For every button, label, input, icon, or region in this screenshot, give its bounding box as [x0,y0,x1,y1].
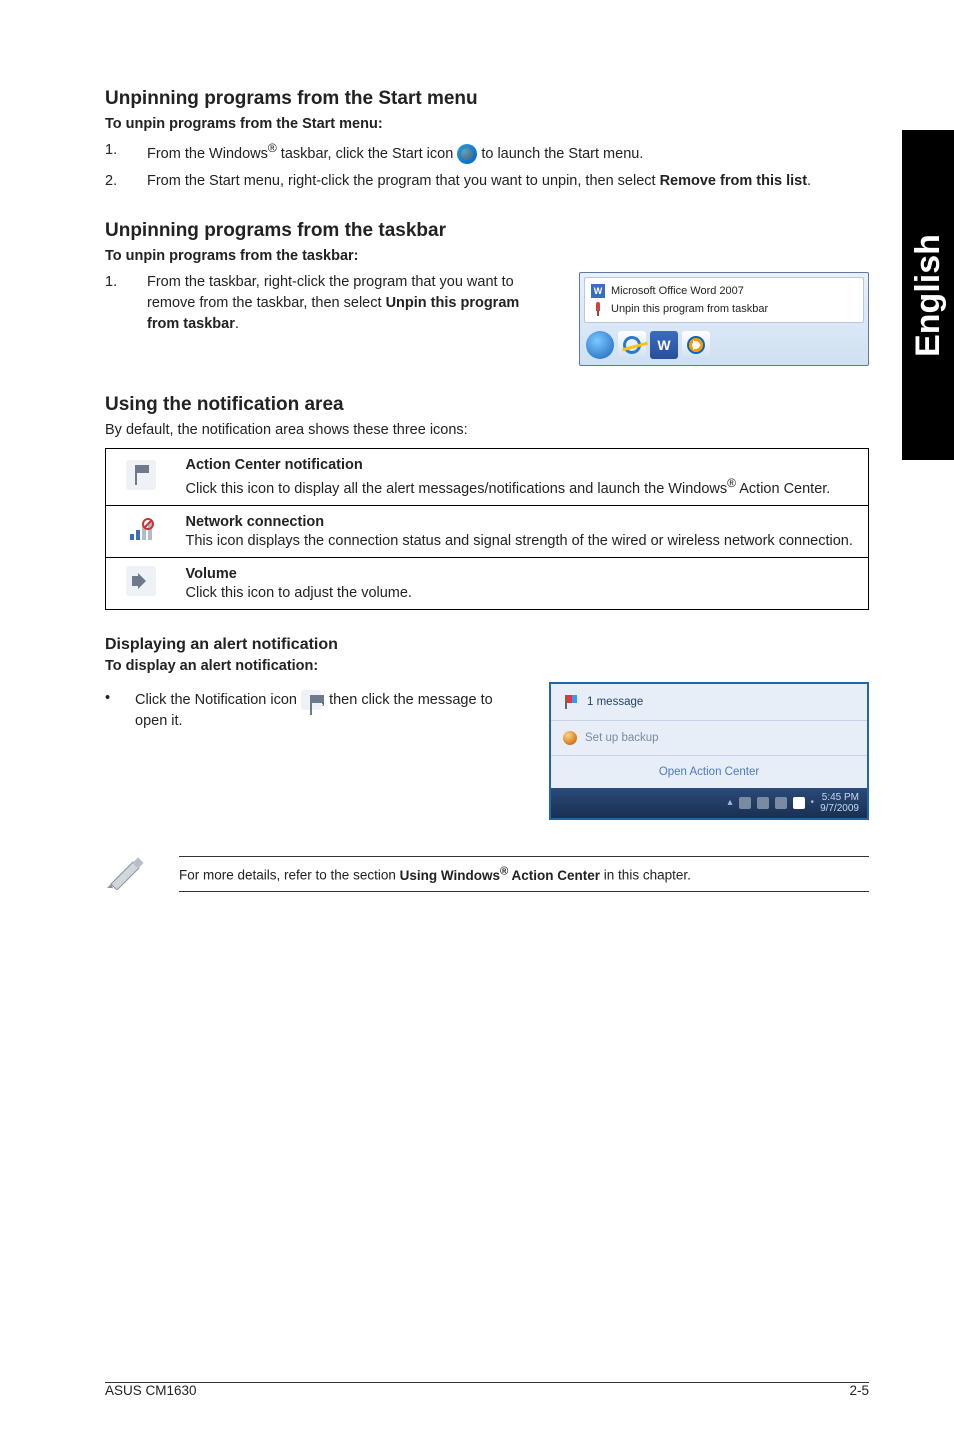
alert-message-row[interactable]: 1 message [551,684,867,721]
text: This icon displays the connection status… [186,533,853,549]
alert-backup-row[interactable]: Set up backup [551,721,867,756]
icon-cell [106,448,176,505]
section-sub-unpin-start: To unpin programs from the Start menu: [105,116,869,132]
tray-icon[interactable] [739,797,751,809]
text: taskbar, click the Start icon [277,146,458,162]
reg-mark: ® [727,476,736,490]
section-title-notification: Using the notification area [105,394,869,416]
table-cell: Network connection This icon displays th… [176,505,869,557]
menu-label: Unpin this program from taskbar [611,303,768,315]
section-title-unpin-taskbar: Unpinning programs from the taskbar [105,220,869,242]
clock[interactable]: 5:45 PM 9/7/2009 [820,792,859,814]
action-center-icon [126,460,156,490]
row-title: Network connection [186,514,859,530]
icon-cell [106,505,176,557]
start-orb-icon[interactable] [586,331,614,359]
text: . [235,316,239,332]
start-orb-icon [457,144,477,164]
text: For more details, refer to the section [179,868,400,883]
language-tab-label: English [909,234,948,357]
taskbar-bar: W [584,329,864,361]
note-pen-icon [105,856,153,893]
backup-icon [563,731,577,745]
tray-caret-icon[interactable]: ▴ [728,797,733,808]
ie-icon[interactable] [618,331,646,359]
reg-mark: ® [268,141,277,155]
pin-icon [591,302,605,316]
section-intro: By default, the notification area shows … [105,422,869,438]
network-icon [126,514,156,544]
text: in this chapter. [600,868,691,883]
step-number: 2. [105,171,147,192]
flag-icon [563,694,579,710]
menu-item-unpin[interactable]: Unpin this program from taskbar [591,300,857,318]
notification-icons-table: Action Center notification Click this ic… [105,448,869,610]
bullet: • [105,690,109,732]
menu-item-word[interactable]: Microsoft Office Word 2007 [591,282,857,300]
text-bold: Action Center [508,868,600,883]
step-number: 1. [105,272,147,335]
menu-label: Microsoft Office Word 2007 [611,285,744,297]
screenshot-alert-popup: 1 message Set up backup Open Action Cent… [549,682,869,820]
notification-icon [301,690,321,710]
section-sub-unpin-taskbar: To unpin programs from the taskbar: [105,248,869,264]
text: Click the Notification icon [135,692,301,708]
text: From the Start menu, right-click the pro… [147,173,660,189]
step-body: From the Start menu, right-click the pro… [147,171,869,192]
row-title: Action Center notification [186,457,859,473]
text: . [807,173,811,189]
language-tab: English [902,130,954,460]
page-footer: ASUS CM1630 2-5 [105,1382,869,1398]
alert-backup-label: Set up backup [585,732,659,744]
subsection-title-alert: Displaying an alert notification [105,636,869,654]
text: to launch the Start menu. [477,146,643,162]
open-action-center-link[interactable]: Open Action Center [551,756,867,788]
footer-right: 2-5 [849,1383,869,1398]
subsection-sub-alert: To display an alert notification: [105,658,869,674]
clock-time: 5:45 PM [820,792,859,803]
row-title: Volume [186,566,859,582]
alert-taskbar: ▴ • 5:45 PM 9/7/2009 [551,788,867,818]
text: Action Center. [736,481,830,497]
step-body: From the taskbar, right-click the progra… [147,272,555,335]
text: Click this icon to display all the alert… [186,481,728,497]
table-cell: Action Center notification Click this ic… [176,448,869,505]
screenshot-taskbar-context: Microsoft Office Word 2007 Unpin this pr… [579,272,869,366]
step-number: 1. [105,140,147,165]
footer-left: ASUS CM1630 [105,1383,197,1398]
text: From the Windows [147,146,268,162]
note-body: For more details, refer to the section U… [179,856,869,892]
text-bold: Using Windows [400,868,500,883]
tray-icon[interactable] [757,797,769,809]
step-body: From the Windows® taskbar, click the Sta… [147,140,869,165]
tray-flag-icon[interactable] [793,797,805,809]
word-icon [591,284,605,298]
clock-date: 9/7/2009 [820,803,859,814]
tray-divider: • [811,797,815,808]
alert-message-label: 1 message [587,696,643,708]
text-bold: Remove from this list [660,173,807,189]
tray-icon[interactable] [775,797,787,809]
bullet-body: Click the Notification icon , then click… [135,690,525,732]
wmp-icon[interactable] [682,331,710,359]
text: Click this icon to adjust the volume. [186,585,412,601]
table-cell: Volume Click this icon to adjust the vol… [176,557,869,609]
section-title-unpin-start: Unpinning programs from the Start menu [105,88,869,110]
volume-icon [126,566,156,596]
icon-cell [106,557,176,609]
word-taskbar-icon[interactable]: W [650,331,678,359]
